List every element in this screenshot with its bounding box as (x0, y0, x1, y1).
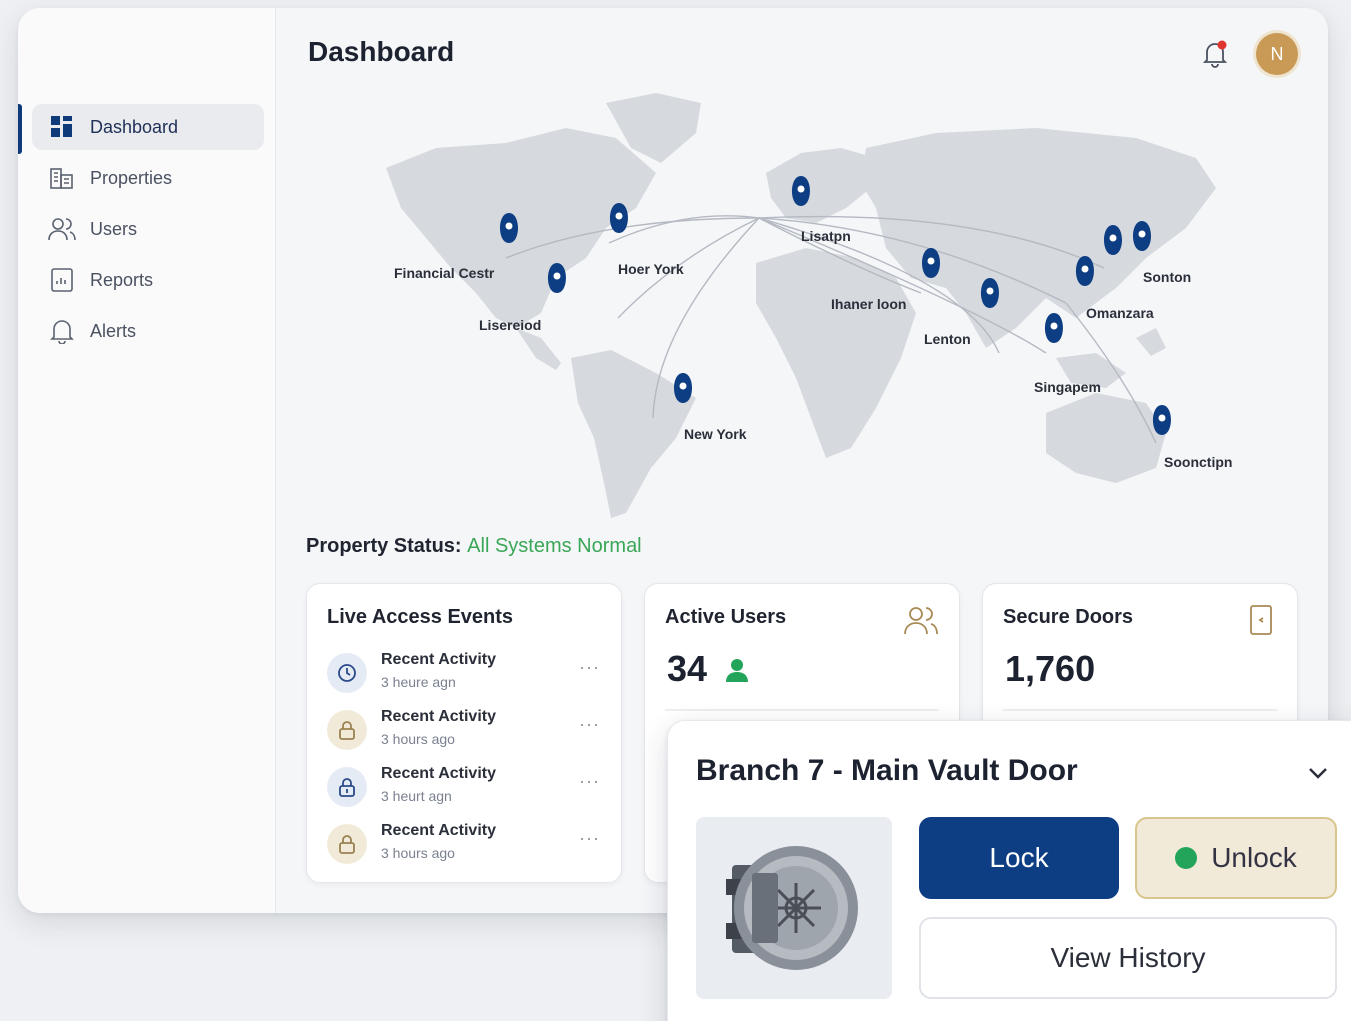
divider (665, 709, 939, 711)
property-status-value: All Systems Normal (467, 535, 642, 557)
divider (1003, 709, 1277, 711)
sidebar-item-alerts[interactable]: Alerts (32, 308, 264, 354)
notification-bell-icon[interactable] (1200, 38, 1230, 68)
map-pin[interactable] (1045, 313, 1063, 351)
map-pin-label: Singapem (1034, 379, 1101, 395)
world-map: Financial Cestr Hoer York Lisereiod Lisa… (356, 88, 1256, 528)
map-pin-label: Soonctipn (1164, 454, 1233, 470)
more-icon[interactable]: ··· (579, 771, 600, 792)
map-pin-label: Ihaner loon (831, 296, 907, 312)
event-title: Recent Activity (381, 651, 496, 668)
chevron-down-icon[interactable] (1304, 759, 1332, 787)
view-history-button[interactable]: View History (919, 917, 1337, 999)
vault-door-card: Branch 7 - Main Vault Door Lock Unlock V… (667, 720, 1351, 1021)
card-title: Secure Doors (1003, 606, 1134, 628)
map-pin-label: Lisereiod (479, 317, 542, 333)
list-item[interactable]: Recent Activity 3 heurt agn ··· (327, 761, 607, 813)
property-status-label: Property Status: (306, 535, 462, 557)
grid-icon (48, 113, 76, 141)
unlock-button[interactable]: Unlock (1135, 817, 1337, 899)
users-icon (48, 215, 76, 243)
more-icon[interactable]: ··· (579, 657, 600, 678)
list-item[interactable]: Recent Activity 3 hours ago ··· (327, 818, 607, 870)
live-access-events-card: Live Access Events Recent Activity 3 heu… (306, 583, 622, 883)
map-pin[interactable] (548, 263, 566, 301)
page-title: Dashboard (308, 36, 455, 67)
event-time: 3 heure agn (381, 674, 456, 690)
map-pin-label: Sonton (1143, 269, 1192, 285)
event-title: Recent Activity (381, 765, 496, 782)
door-icon (1249, 604, 1273, 641)
sidebar-item-label: Users (90, 218, 138, 239)
lock-button[interactable]: Lock (919, 817, 1119, 899)
active-indicator (18, 104, 22, 154)
map-pin-label: Lenton (924, 331, 971, 347)
event-title: Recent Activity (381, 822, 496, 839)
sidebar-item-label: Dashboard (90, 116, 179, 137)
report-icon (48, 266, 76, 294)
list-item[interactable]: Recent Activity 3 hours ago ··· (327, 704, 607, 756)
status-dot-icon (1175, 847, 1198, 869)
map-pin-label: Financial Cestr (394, 265, 495, 281)
sidebar-item-label: Reports (90, 269, 154, 290)
more-icon[interactable]: ··· (579, 828, 600, 849)
active-users-count: 34 (667, 648, 749, 692)
map-pin-label: Lisatpn (801, 228, 851, 244)
more-icon[interactable]: ··· (579, 714, 600, 735)
vault-door-image (696, 817, 892, 999)
event-title: Recent Activity (381, 708, 496, 725)
card-title: Live Access Events (327, 606, 514, 628)
vault-title: Branch 7 - Main Vault Door (696, 754, 1078, 787)
building-icon (48, 164, 76, 192)
event-time: 3 hours ago (381, 731, 455, 747)
sidebar-item-reports[interactable]: Reports (32, 257, 264, 303)
clock-icon (327, 653, 367, 693)
sidebar-item-label: Properties (90, 167, 173, 188)
unlock-button-label: Unlock (1211, 842, 1297, 873)
lock-icon (327, 824, 367, 864)
map-pin[interactable] (610, 203, 628, 241)
event-time: 3 heurt agn (381, 788, 452, 804)
secure-doors-count: 1,760 (1005, 648, 1096, 689)
person-icon (725, 650, 749, 692)
unlock-icon (327, 767, 367, 807)
avatar[interactable]: N (1256, 33, 1298, 75)
card-title: Active Users (665, 606, 787, 628)
metric-value: 34 (667, 648, 708, 689)
map-pin-label: Omanzara (1086, 305, 1154, 321)
bell-icon (48, 317, 76, 345)
sidebar: Dashboard Properties Users Reports Alert (18, 8, 276, 913)
event-time: 3 hours ago (381, 845, 455, 861)
sidebar-item-label: Alerts (90, 320, 137, 341)
sidebar-item-dashboard[interactable]: Dashboard (32, 104, 264, 150)
map-pin-label: New York (684, 426, 747, 442)
list-item[interactable]: Recent Activity 3 heure agn ··· (327, 647, 607, 699)
property-status: Property Status: All Systems Normal (306, 535, 642, 558)
sidebar-item-users[interactable]: Users (32, 206, 264, 252)
lock-icon (327, 710, 367, 750)
users-icon (903, 604, 939, 641)
map-pin-label: Hoer York (618, 261, 684, 277)
sidebar-item-properties[interactable]: Properties (32, 155, 264, 201)
